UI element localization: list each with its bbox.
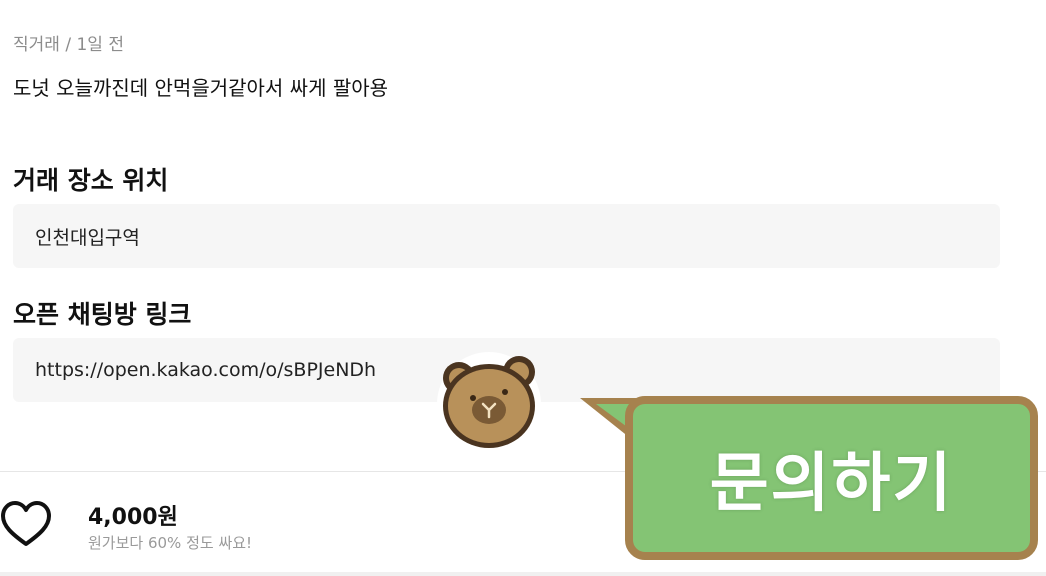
post-description: 도넛 오늘까진데 안먹을거같아서 싸게 팔아용 bbox=[13, 76, 389, 100]
chat-link-value[interactable]: https://open.kakao.com/o/sBPJeNDh bbox=[35, 359, 376, 381]
chat-link-section-title: 오픈 채팅방 링크 bbox=[13, 300, 192, 329]
bottom-strip bbox=[0, 572, 1046, 576]
price: 4,000원 bbox=[88, 505, 178, 530]
price-note: 원가보다 60% 정도 싸요! bbox=[88, 534, 253, 552]
heart-icon[interactable] bbox=[0, 500, 52, 548]
bear-face-icon bbox=[437, 352, 541, 456]
location-field: 인천대입구역 bbox=[13, 204, 1000, 268]
ask-button-label[interactable]: 문의하기 bbox=[710, 432, 954, 524]
location-value: 인천대입구역 bbox=[35, 226, 140, 249]
post-meta: 직거래 / 1일 전 bbox=[13, 35, 124, 55]
location-section-title: 거래 장소 위치 bbox=[13, 166, 169, 195]
ask-button[interactable]: 문의하기 bbox=[625, 396, 1038, 560]
